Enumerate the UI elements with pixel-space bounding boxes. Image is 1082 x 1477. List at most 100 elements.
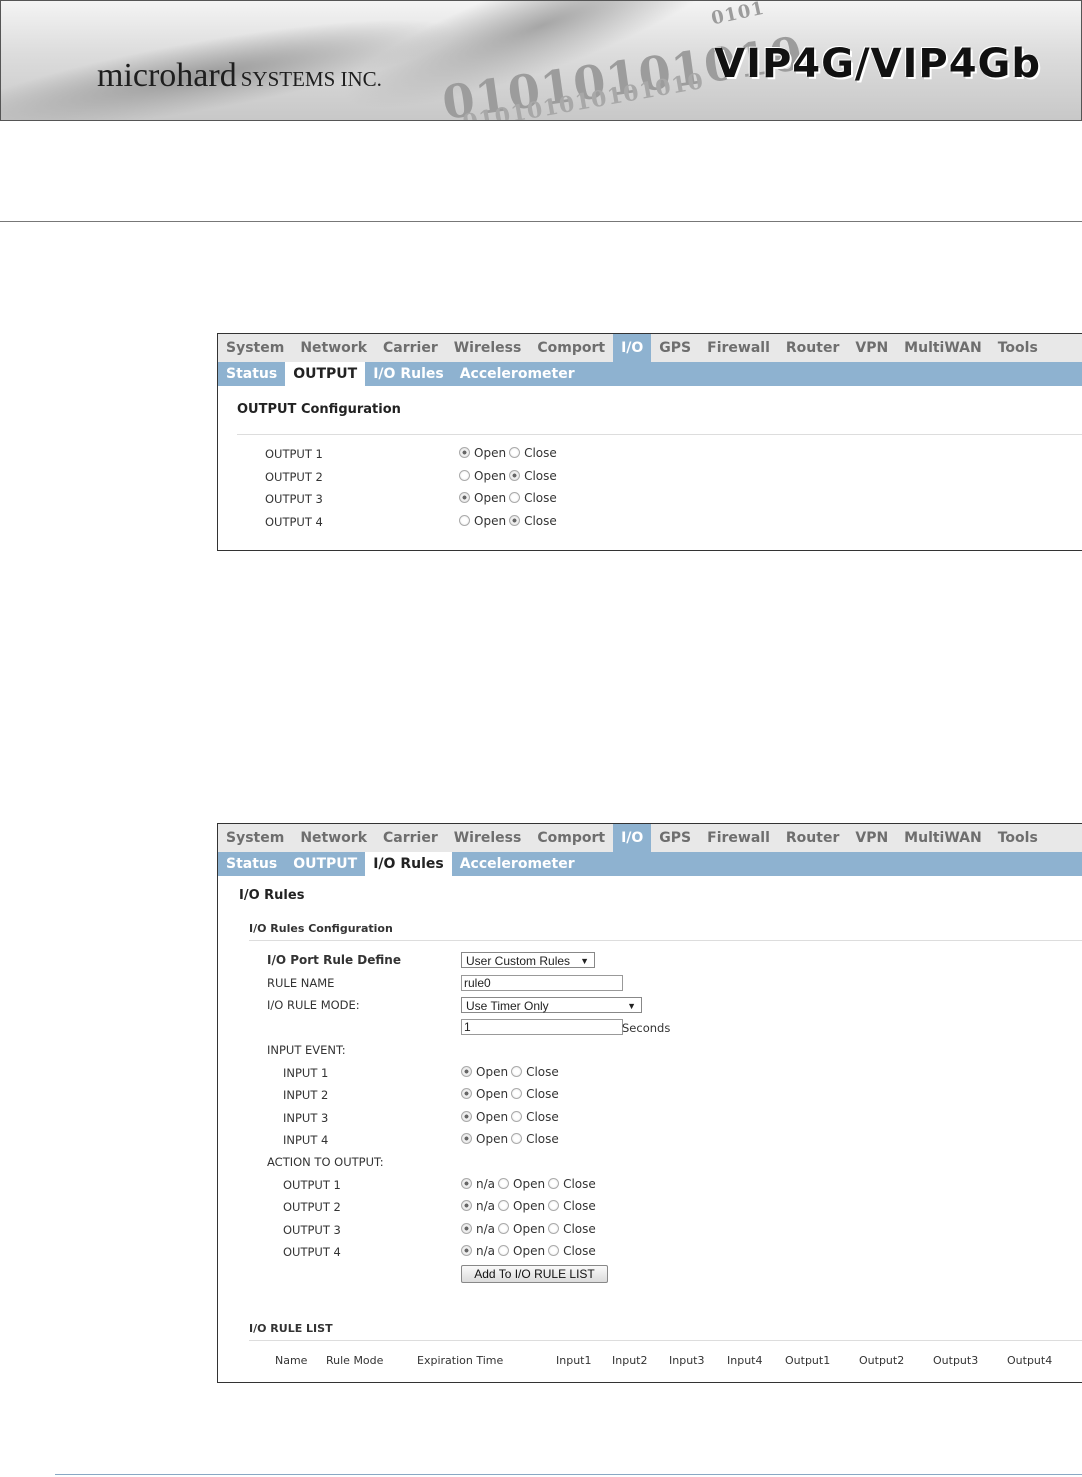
menu-item-comport[interactable]: Comport	[529, 334, 613, 362]
radio-open[interactable]	[461, 1110, 472, 1122]
port-rule-select[interactable]: User Custom Rules ▼	[461, 952, 595, 968]
header-banner: 0101 01010101010 010101010101010 microha…	[0, 0, 1082, 121]
radio-close[interactable]	[548, 1178, 560, 1189]
radio-label: Close	[526, 1087, 559, 1102]
radio-label: Open	[513, 1244, 546, 1259]
radio-open[interactable]	[459, 469, 470, 481]
menu-item-router[interactable]: Router	[778, 824, 847, 852]
menu-item-vpn[interactable]: VPN	[847, 824, 896, 852]
rule-mode-label: I/O RULE MODE:	[267, 998, 360, 1012]
menu-item-i-o[interactable]: I/O	[613, 334, 652, 362]
tab-accelerometer[interactable]: Accelerometer	[452, 362, 583, 386]
radio-group: Open Close	[459, 491, 560, 505]
radio-label: Open	[474, 446, 507, 460]
port-rule-value: User Custom Rules	[466, 954, 571, 968]
sub-menu: Status OUTPUT I/O Rules Accelerometer	[218, 852, 1082, 876]
radio-group: n/a Open Close	[461, 1199, 599, 1213]
radio-close[interactable]	[511, 1133, 523, 1145]
menu-item-firewall[interactable]: Firewall	[699, 334, 778, 362]
rule-name-input[interactable]: rule0	[461, 975, 623, 991]
menu-item-system[interactable]: System	[218, 824, 292, 852]
row-label: OUTPUT 1	[265, 447, 323, 461]
menu-item-multiwan[interactable]: MultiWAN	[896, 334, 990, 362]
radio-label: Close	[524, 446, 557, 460]
radio-n-a[interactable]	[461, 1178, 472, 1189]
radio-n-a[interactable]	[461, 1222, 472, 1234]
radio-group: Open Close	[461, 1132, 562, 1146]
input-event-label: INPUT EVENT:	[267, 1043, 346, 1057]
tab-output[interactable]: OUTPUT	[285, 852, 365, 876]
radio-open[interactable]	[498, 1245, 510, 1257]
row-label: OUTPUT 4	[283, 1245, 341, 1260]
radio-open[interactable]	[459, 447, 470, 458]
radio-label: Close	[524, 513, 557, 528]
menu-item-i-o[interactable]: I/O	[613, 824, 652, 852]
menu-item-router[interactable]: Router	[778, 334, 847, 362]
column-header-output2: Output2	[859, 1354, 905, 1367]
menu-item-comport[interactable]: Comport	[529, 824, 613, 852]
company-logo: microhard SYSTEMS INC.	[97, 57, 382, 95]
config-section-title: I/O Rules Configuration	[249, 922, 393, 935]
radio-open[interactable]	[459, 514, 470, 526]
menu-item-carrier[interactable]: Carrier	[375, 334, 446, 362]
company-name: microhard	[97, 57, 237, 94]
radio-group: Open Close	[461, 1110, 562, 1124]
radio-label: Close	[526, 1065, 559, 1079]
radio-label: Close	[563, 1221, 596, 1236]
radio-n-a[interactable]	[461, 1200, 472, 1212]
tab-output[interactable]: OUTPUT	[285, 362, 366, 386]
radio-open[interactable]	[498, 1178, 510, 1189]
radio-close[interactable]	[548, 1222, 560, 1234]
radio-open[interactable]	[461, 1088, 472, 1100]
timer-input[interactable]: 1	[461, 1019, 623, 1035]
main-menu: System Network Carrier Wireless Comport I/O GP…	[218, 824, 1082, 852]
tab-accelerometer[interactable]: Accelerometer	[452, 852, 583, 876]
dropdown-arrow-icon: ▼	[627, 1001, 636, 1011]
radio-group: Open Close	[459, 514, 560, 528]
tab-status[interactable]: Status	[218, 852, 285, 876]
radio-close[interactable]	[511, 1110, 523, 1122]
sub-menu: Status OUTPUT I/O Rules Accelerometer	[218, 362, 1082, 386]
menu-item-wireless[interactable]: Wireless	[446, 334, 530, 362]
menu-item-network[interactable]: Network	[292, 334, 375, 362]
radio-close[interactable]	[511, 1088, 523, 1100]
tab-status[interactable]: Status	[218, 362, 285, 386]
menu-item-network[interactable]: Network	[292, 824, 375, 852]
radio-close[interactable]	[511, 1066, 523, 1077]
menu-item-tools[interactable]: Tools	[990, 334, 1046, 362]
radio-open[interactable]	[498, 1222, 510, 1234]
tab-i-o-rules[interactable]: I/O Rules	[365, 362, 451, 386]
add-rule-button[interactable]: Add To I/O RULE LIST	[461, 1265, 608, 1283]
column-header-name: Name	[275, 1354, 308, 1367]
radio-open[interactable]	[459, 492, 470, 503]
menu-item-vpn[interactable]: VPN	[847, 334, 896, 362]
tab-i-o-rules[interactable]: I/O Rules	[365, 852, 452, 876]
radio-close[interactable]	[548, 1245, 560, 1257]
menu-item-firewall[interactable]: Firewall	[699, 824, 778, 852]
company-suffix: SYSTEMS INC.	[240, 67, 382, 91]
radio-group: n/a Open Close	[461, 1222, 599, 1236]
radio-open[interactable]	[461, 1066, 472, 1077]
menu-item-multiwan[interactable]: MultiWAN	[896, 824, 990, 852]
column-header-input4: Input4	[727, 1354, 763, 1367]
radio-close[interactable]	[509, 492, 521, 503]
rule-mode-select[interactable]: Use Timer Only ▼	[461, 997, 642, 1013]
radio-n-a[interactable]	[461, 1245, 472, 1257]
radio-close[interactable]	[548, 1200, 560, 1212]
radio-label: Open	[474, 491, 507, 505]
footer-divider	[55, 1474, 1082, 1475]
radio-close[interactable]	[509, 447, 521, 458]
menu-item-carrier[interactable]: Carrier	[375, 824, 446, 852]
radio-close[interactable]	[509, 469, 521, 481]
radio-label: n/a	[476, 1244, 496, 1259]
radio-open[interactable]	[498, 1200, 510, 1212]
menu-item-system[interactable]: System	[218, 334, 292, 362]
menu-item-gps[interactable]: GPS	[651, 334, 699, 362]
radio-close[interactable]	[509, 514, 521, 526]
radio-open[interactable]	[461, 1133, 472, 1145]
menu-item-gps[interactable]: GPS	[651, 824, 699, 852]
row-label: OUTPUT 3	[283, 1222, 341, 1237]
menu-item-wireless[interactable]: Wireless	[446, 824, 530, 852]
menu-item-tools[interactable]: Tools	[990, 824, 1046, 852]
radio-label: Open	[513, 1199, 546, 1214]
